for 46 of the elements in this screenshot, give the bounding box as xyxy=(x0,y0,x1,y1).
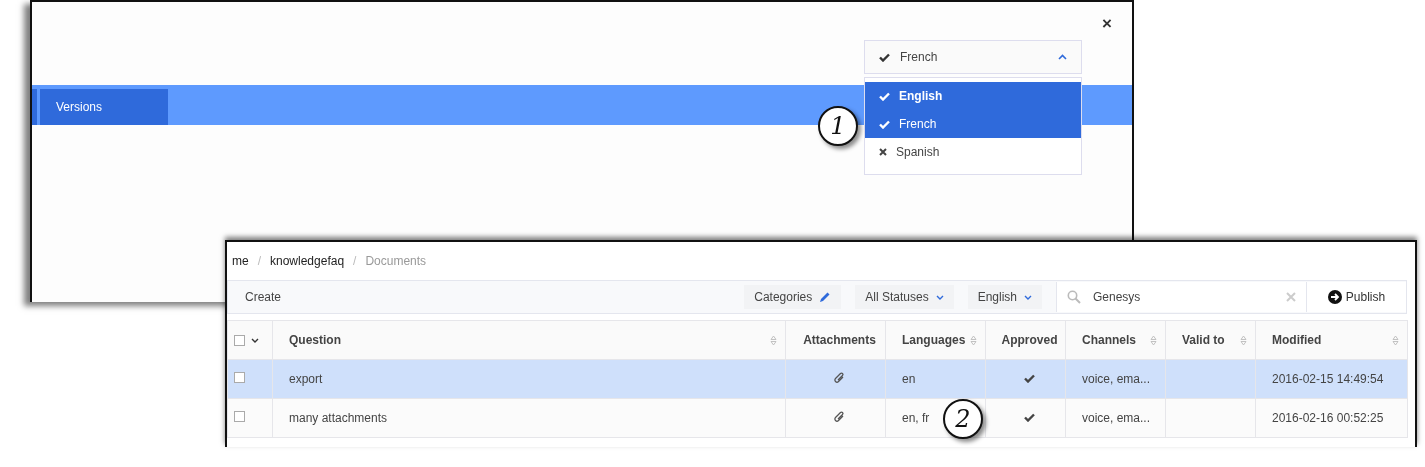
clear-icon[interactable] xyxy=(1286,292,1296,302)
select-all-checkbox[interactable] xyxy=(234,334,245,346)
breadcrumb-separator: / xyxy=(257,254,261,268)
table-cell: many attachments xyxy=(289,411,388,425)
row-checkbox[interactable] xyxy=(234,411,245,422)
language-option[interactable]: English xyxy=(865,82,1081,110)
chevron-down-icon[interactable] xyxy=(251,337,259,343)
table-cell: 2016-02-16 00:52:25 xyxy=(1272,411,1384,425)
table-cell: en xyxy=(902,372,916,386)
row-checkbox[interactable] xyxy=(234,372,245,383)
arrow-circle-icon xyxy=(1327,290,1342,304)
chevron-down-icon xyxy=(1024,294,1032,300)
table-cell: export xyxy=(289,372,323,386)
table-cell: en, fr xyxy=(902,411,930,425)
table-cell: 2016-02-15 14:49:54 xyxy=(1272,372,1384,386)
tab[interactable]: Versions xyxy=(40,89,168,125)
sort-icon[interactable] xyxy=(1150,334,1157,346)
filter-button[interactable]: Categories xyxy=(744,285,842,309)
search-field[interactable]: Genesys xyxy=(1056,282,1306,312)
breadcrumb-link[interactable]: knowledgefaq xyxy=(270,254,345,268)
search-icon xyxy=(1067,290,1081,304)
language-option[interactable]: Spanish xyxy=(865,138,1081,166)
tab[interactable] xyxy=(32,89,37,125)
table-cell: voice, ema... xyxy=(1082,372,1151,386)
sort-icon[interactable] xyxy=(1392,334,1399,346)
column-header[interactable]: Channels xyxy=(1082,333,1136,347)
chevron-down-icon xyxy=(935,294,944,300)
filter-button[interactable]: All Statuses xyxy=(855,285,954,309)
sort-icon[interactable] xyxy=(1240,334,1247,346)
close-button[interactable]: × xyxy=(1098,16,1116,32)
check-icon xyxy=(879,52,890,62)
sort-icon[interactable] xyxy=(770,334,777,346)
column-header[interactable]: Valid to xyxy=(1182,333,1225,347)
column-header[interactable]: Modified xyxy=(1272,333,1322,347)
language-select[interactable]: French xyxy=(864,40,1082,74)
publish-button[interactable]: Publish xyxy=(1306,282,1406,312)
language-option[interactable]: French xyxy=(865,110,1081,138)
search-input[interactable]: Genesys xyxy=(1091,289,1276,305)
filter-button[interactable]: English xyxy=(967,285,1042,309)
sort-icon[interactable] xyxy=(970,334,977,346)
pencil-icon xyxy=(819,291,832,303)
breadcrumb-link[interactable]: me xyxy=(232,254,249,268)
table-cell: voice, ema... xyxy=(1082,411,1151,425)
column-header[interactable]: Question xyxy=(289,333,341,347)
create-button[interactable]: Create xyxy=(228,290,745,304)
breadcrumb-separator: / xyxy=(353,254,357,268)
